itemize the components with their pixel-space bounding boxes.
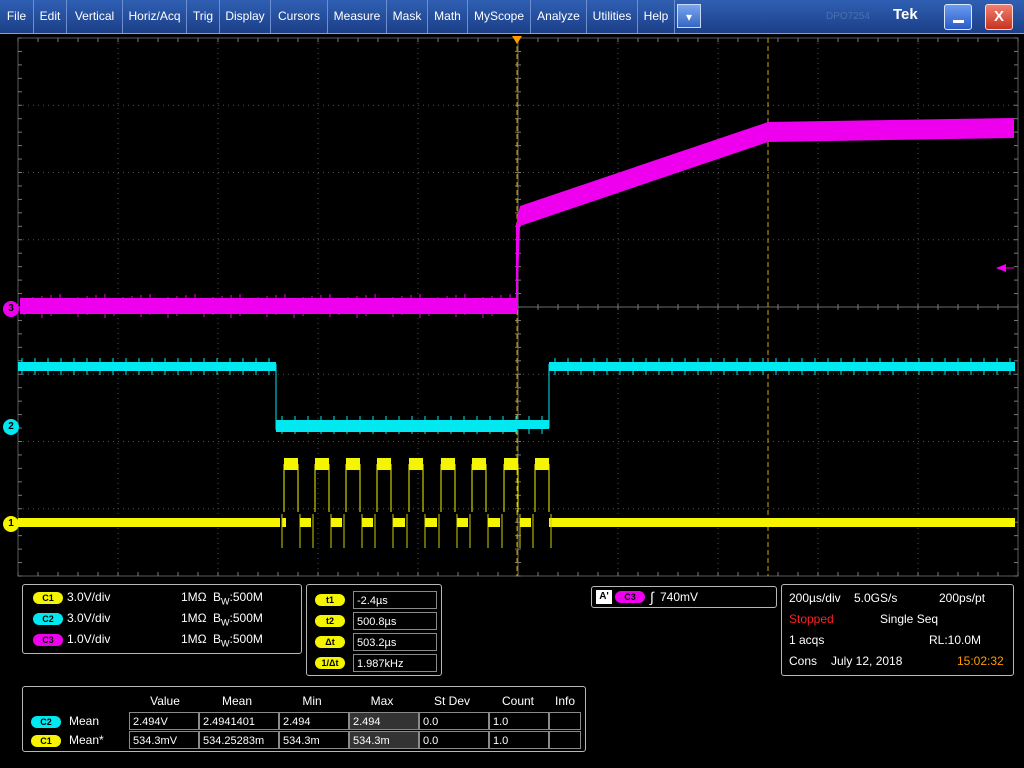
channel-3-coupling: 1MΩ (181, 632, 207, 646)
acquisition-panel[interactable]: 200µs/div 5.0GS/s 200ps/pt Stopped Singl… (781, 584, 1014, 676)
acquisition-mode: Single Seq (880, 612, 939, 626)
measurement-1-max: 2.494 (349, 712, 419, 730)
channel-3-marker[interactable]: 3 (3, 301, 19, 317)
channel-3-bandwidth: BW:500M (213, 632, 263, 649)
channel-3-badge[interactable]: C3 (33, 634, 63, 646)
measurement-2-max: 534.3m (349, 731, 419, 749)
waveform-display[interactable] (0, 34, 1024, 580)
close-button[interactable]: X (985, 4, 1013, 30)
measurement-2-value: 534.3mV (129, 731, 199, 749)
channel-1-marker[interactable]: 1 (3, 516, 19, 532)
header-info: Info (554, 694, 575, 708)
menu-vertical[interactable]: Vertical (67, 0, 123, 33)
model-label: DPO7254 (826, 11, 870, 22)
menu-mask[interactable]: Mask (387, 0, 428, 33)
dropdown-arrow-icon[interactable]: ▾ (677, 4, 701, 28)
trigger-level: 740mV (660, 590, 699, 604)
menu-file[interactable]: File (0, 0, 34, 33)
channel-2-coupling: 1MΩ (181, 611, 207, 625)
sample-rate: 5.0GS/s (854, 591, 898, 605)
menu-utilities[interactable]: Utilities (587, 0, 638, 33)
header-max: Max (370, 694, 394, 708)
measurement-2-info (549, 731, 581, 749)
measurement-2-stdev: 0.0 (419, 731, 489, 749)
header-mean: Mean (221, 694, 253, 708)
trigger-source-badge: C3 (615, 591, 645, 603)
cursor-t2-value: 500.8µs (353, 612, 437, 630)
timebase: 200µs/div (789, 591, 841, 605)
header-count: Count (501, 694, 535, 708)
header-min: Min (302, 694, 322, 708)
measurement-1-value: 2.494V (129, 712, 199, 730)
minimize-button[interactable] (944, 4, 972, 30)
cursor-delta-label: Δt (315, 636, 345, 648)
measurement-2-count: 1.0 (489, 731, 549, 749)
cursor-t2-label: t2 (315, 615, 345, 627)
menu-analyze[interactable]: Analyze (531, 0, 587, 33)
menu-myscope[interactable]: MyScope (468, 0, 531, 33)
acquisition-date: July 12, 2018 (831, 654, 903, 668)
measurement-1-count: 1.0 (489, 712, 549, 730)
measurement-1-info (549, 712, 581, 730)
acquisition-time: 15:02:32 (957, 654, 1004, 668)
record-length: RL:10.0M (929, 633, 982, 647)
menu-help[interactable]: Help (638, 0, 675, 33)
measurement-1-source: C2 (31, 716, 61, 728)
menu-horiz-acq[interactable]: Horiz/Acq (123, 0, 187, 33)
header-value: Value (150, 694, 180, 708)
channel-2-scale: 3.0V/div (67, 611, 111, 625)
cursor-freq-label: 1/Δt (315, 657, 345, 669)
menu-measure[interactable]: Measure (328, 0, 387, 33)
channel-2-bandwidth: BW:500M (213, 611, 263, 628)
channel-1-scale: 3.0V/div (67, 590, 111, 604)
menu-math[interactable]: Math (428, 0, 468, 33)
measurement-2-source: C1 (31, 735, 61, 747)
cursor-freq-value: 1.987kHz (353, 654, 437, 672)
close-icon: X (993, 8, 1004, 25)
measurements-panel[interactable]: Value Mean Min Max St Dev Count Info C2 … (22, 686, 586, 752)
trigger-mode-badge: A' (596, 590, 612, 604)
cursor-t1-label: t1 (315, 594, 345, 606)
acquisition-count: 1 acqs (789, 633, 825, 647)
measurement-1-stdev: 0.0 (419, 712, 489, 730)
menu-cursors[interactable]: Cursors (271, 0, 328, 33)
measurement-1-min: 2.494 (279, 712, 349, 730)
measurement-2-mean: 534.25283m (199, 731, 279, 749)
cursor-delta-value: 503.2µs (353, 633, 437, 651)
brand-logo: Tek (893, 6, 918, 23)
channel-2-badge[interactable]: C2 (33, 613, 63, 625)
menu-bar: File Edit Vertical Horiz/Acq Trig Displa… (0, 0, 1024, 34)
menu-display[interactable]: Display (220, 0, 271, 33)
cons-label: Cons (789, 654, 818, 668)
channel-3-scale: 1.0V/div (67, 632, 111, 646)
cursor-readout-panel[interactable]: t1 -2.4µs t2 500.8µs Δt 503.2µs 1/Δt 1.9… (306, 584, 442, 676)
channel-1-badge[interactable]: C1 (33, 592, 63, 604)
header-stdev: St Dev (433, 694, 470, 708)
measurement-1-name: Mean (69, 714, 100, 728)
channel-1-coupling: 1MΩ (181, 590, 207, 604)
cursor-t1-value: -2.4µs (353, 591, 437, 609)
menu-trig[interactable]: Trig (187, 0, 220, 33)
rising-edge-icon: ∫ (650, 589, 654, 605)
menu-edit[interactable]: Edit (34, 0, 67, 33)
channel-1-bandwidth: BW:500M (213, 590, 263, 607)
measurement-1-mean: 2.4941401 (199, 712, 279, 730)
trigger-panel[interactable]: A' C3 ∫ 740mV (591, 586, 777, 608)
measurement-2-name: Mean* (69, 733, 104, 747)
acquisition-state: Stopped (789, 612, 834, 626)
measurement-2-min: 534.3m (279, 731, 349, 749)
minimize-icon (953, 20, 964, 23)
time-resolution: 200ps/pt (939, 591, 986, 605)
channel-settings-panel[interactable]: C1 3.0V/div 1MΩ BW:500M C2 3.0V/div 1MΩ … (22, 584, 302, 654)
channel-2-marker[interactable]: 2 (3, 419, 19, 435)
